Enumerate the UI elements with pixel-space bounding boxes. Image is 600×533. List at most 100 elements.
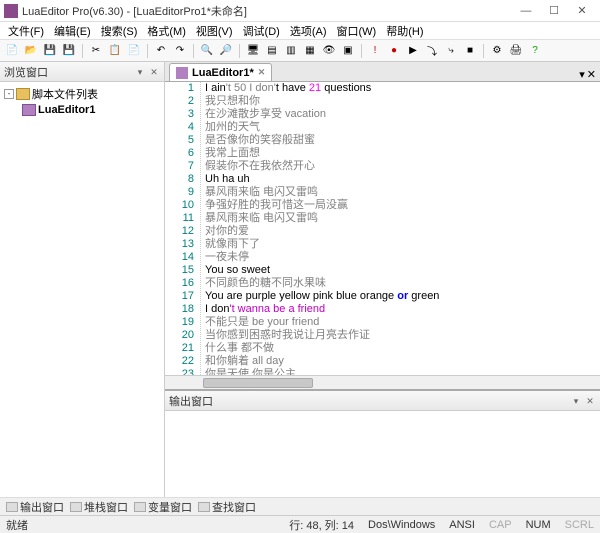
copy-icon[interactable]: 📋	[107, 43, 123, 59]
settings-icon[interactable]: ⚙	[489, 43, 505, 59]
code-editor[interactable]: 1234567891011121314151617181920212223242…	[165, 82, 600, 375]
menu-item[interactable]: 文件(F)	[4, 23, 48, 39]
stop-icon[interactable]: ■	[462, 43, 478, 59]
menu-item[interactable]: 视图(V)	[192, 23, 237, 39]
bottom-tab[interactable]: 堆栈窗口	[70, 499, 128, 515]
code-line[interactable]: 在沙滩散步享受 vacation	[205, 108, 600, 121]
print-icon[interactable]: 🖨	[508, 43, 524, 59]
help-icon[interactable]: ?	[527, 43, 543, 59]
code-line[interactable]: 你是天使 你是公主	[205, 368, 600, 375]
monitor-icon[interactable]: 🖥	[245, 43, 261, 59]
code-line[interactable]: 我只想和你	[205, 95, 600, 108]
paste-icon[interactable]: 📄	[126, 43, 142, 59]
redo-icon[interactable]: ↷	[172, 43, 188, 59]
menu-item[interactable]: 调试(D)	[239, 23, 284, 39]
separator	[147, 44, 148, 58]
tree-item-row[interactable]: LuaEditor1	[4, 102, 160, 118]
code-line[interactable]: I don't wanna be a friend	[205, 303, 600, 316]
output-body[interactable]	[165, 411, 600, 497]
code-line[interactable]: 加州的天气	[205, 121, 600, 134]
code-line[interactable]: 不同颜色的糖不同水果味	[205, 277, 600, 290]
code-line[interactable]: 不能只是 be your friend	[205, 316, 600, 329]
find-icon[interactable]: 🔍	[199, 43, 215, 59]
code-line[interactable]: 什么事 都不做	[205, 342, 600, 355]
bottom-tab-label: 查找窗口	[212, 499, 256, 515]
code-line[interactable]: You so sweet	[205, 264, 600, 277]
code-line[interactable]: 一夜未停	[205, 251, 600, 264]
menu-item[interactable]: 编辑(E)	[50, 23, 95, 39]
separator	[239, 44, 240, 58]
watch-icon[interactable]: 👁	[321, 43, 337, 59]
app-icon	[4, 4, 18, 18]
tree-item-label: LuaEditor1	[38, 104, 95, 116]
separator	[361, 44, 362, 58]
output-close-icon[interactable]: ✕	[584, 395, 596, 407]
open-file-icon[interactable]: 📂	[23, 43, 39, 59]
code-line[interactable]: I ain't 50 I don't have 21 questions	[205, 82, 600, 95]
status-position: 行: 48, 列: 14	[289, 517, 354, 533]
stack-icon[interactable]: ▤	[264, 43, 280, 59]
code-line[interactable]: You are purple yellow pink blue orange o…	[205, 290, 600, 303]
menu-item[interactable]: 窗口(W)	[333, 23, 381, 39]
step-over-icon[interactable]: ⤵	[424, 43, 440, 59]
status-encoding: ANSI	[449, 519, 475, 531]
tab-icon	[70, 502, 82, 512]
menu-item[interactable]: 选项(A)	[286, 23, 331, 39]
code-line[interactable]: 暴风雨来临 电闪又雷鸣	[205, 212, 600, 225]
bottom-tab[interactable]: 变量窗口	[134, 499, 192, 515]
folder-icon	[16, 88, 30, 100]
new-file-icon[interactable]: 📄	[4, 43, 20, 59]
scrollbar-thumb[interactable]	[203, 378, 313, 388]
list-icon[interactable]: ▥	[283, 43, 299, 59]
code-line[interactable]: 争强好胜的我可惜这一局没赢	[205, 199, 600, 212]
bottom-tab-bar: 输出窗口堆栈窗口变量窗口 查找窗口	[0, 497, 600, 515]
code-line[interactable]: 就像雨下了	[205, 238, 600, 251]
status-bar: 就绪 行: 48, 列: 14 Dos\Windows ANSI CAP NUM…	[0, 515, 600, 533]
output-dropdown-icon[interactable]: ▾	[570, 395, 582, 407]
menu-item[interactable]: 帮助(H)	[382, 23, 427, 39]
vars-icon[interactable]: ▦	[302, 43, 318, 59]
code-line[interactable]: 当你感到困惑时我说让月亮去作证	[205, 329, 600, 342]
step-icon[interactable]: ▶	[405, 43, 421, 59]
output-icon[interactable]: ▣	[340, 43, 356, 59]
run-icon[interactable]: !	[367, 43, 383, 59]
code-lines[interactable]: I ain't 50 I don't have 21 questions我只想和…	[201, 82, 600, 375]
save-icon[interactable]: 💾	[42, 43, 58, 59]
panel-close-icon[interactable]: ✕	[148, 66, 160, 78]
close-button[interactable]: ✕	[568, 1, 596, 21]
script-tree: - 脚本文件列表 LuaEditor1	[0, 82, 164, 497]
menu-item[interactable]: 格式(M)	[143, 23, 190, 39]
bottom-tab[interactable]: 输出窗口	[6, 499, 64, 515]
cut-icon[interactable]: ✂	[88, 43, 104, 59]
panel-dropdown-icon[interactable]: ▾	[134, 66, 146, 78]
breakpoint-icon[interactable]: ●	[386, 43, 402, 59]
code-line[interactable]: 和你躺着 all day	[205, 355, 600, 368]
tree-collapse-icon[interactable]: -	[4, 89, 14, 99]
editor-tab[interactable]: LuaEditor1* ✕	[169, 63, 272, 81]
tab-icon	[198, 502, 210, 512]
tree-root-row[interactable]: - 脚本文件列表	[4, 86, 160, 102]
step-into-icon[interactable]: ⤷	[443, 43, 459, 59]
file-icon	[22, 104, 36, 116]
menu-item[interactable]: 搜索(S)	[97, 23, 142, 39]
code-line[interactable]: 暴风雨来临 电闪又雷鸣	[205, 186, 600, 199]
code-line[interactable]: Uh ha uh	[205, 173, 600, 186]
horizontal-scrollbar[interactable]	[165, 375, 600, 389]
code-line[interactable]: 对你的爱	[205, 225, 600, 238]
tab-close-all-icon[interactable]: ✕	[587, 68, 596, 81]
separator	[193, 44, 194, 58]
undo-icon[interactable]: ↶	[153, 43, 169, 59]
code-line[interactable]: 是否像你的笑容般甜蜜	[205, 134, 600, 147]
bottom-tab[interactable]: 查找窗口	[198, 499, 256, 515]
find-files-icon[interactable]: 🔎	[218, 43, 234, 59]
title-bar: LuaEditor Pro(v6.30) - [LuaEditorPro1*未命…	[0, 0, 600, 22]
menu-bar: 文件(F)编辑(E)搜索(S)格式(M)视图(V)调试(D)选项(A)窗口(W)…	[0, 22, 600, 40]
code-line[interactable]: 假装你不在我依然开心	[205, 160, 600, 173]
code-line[interactable]: 我常上面想	[205, 147, 600, 160]
tab-close-icon[interactable]: ✕	[258, 67, 266, 78]
status-eol: Dos\Windows	[368, 519, 435, 531]
tab-dropdown-icon[interactable]: ▾	[579, 68, 585, 81]
maximize-button[interactable]: ☐	[540, 1, 568, 21]
save-all-icon[interactable]: 💾	[61, 43, 77, 59]
minimize-button[interactable]: —	[512, 1, 540, 21]
